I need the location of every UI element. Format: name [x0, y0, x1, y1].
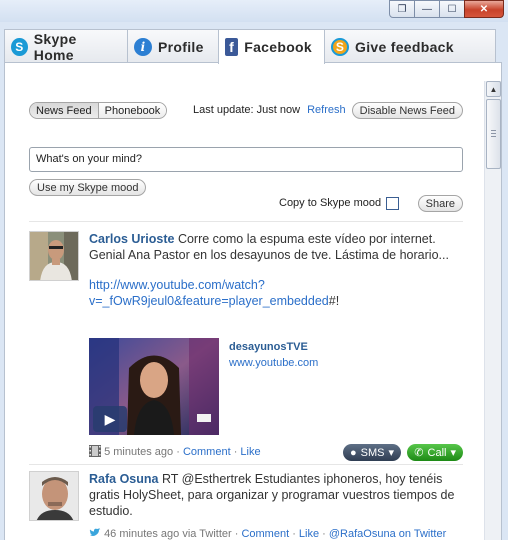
last-update-label: Last update: Just now	[193, 104, 301, 116]
copy-to-mood-checkbox[interactable]	[386, 197, 399, 210]
post-meta: 5 minutes ago · Comment · Like ● SMS ▾ ✆…	[89, 444, 463, 461]
via-label: via	[182, 528, 197, 540]
post-time: 46 minutes ago	[104, 528, 180, 540]
tab-label: Give feedback	[355, 38, 454, 55]
tab-profile[interactable]: i Profile	[127, 29, 219, 63]
disable-news-feed-button[interactable]: Disable News Feed	[351, 102, 463, 119]
post-meta: 46 minutes ago via Twitter · Comment · L…	[89, 527, 463, 540]
video-title[interactable]: desayunosTVE	[229, 339, 318, 355]
close-icon[interactable]: ✕	[464, 0, 504, 18]
grip-line	[491, 136, 496, 137]
comment-link[interactable]: Comment	[183, 446, 231, 458]
status-input[interactable]: What's on your mind?	[29, 147, 463, 172]
divider	[29, 221, 463, 222]
copy-to-mood-label: Copy to Skype mood	[279, 197, 382, 209]
skype-feedback-icon: S	[331, 37, 349, 56]
video-meta: desayunosTVE www.youtube.com	[229, 339, 318, 371]
avatar-image	[30, 472, 78, 520]
last-update: Last update: Just now Refresh	[193, 104, 346, 116]
like-link[interactable]: Like	[240, 446, 260, 458]
feed-post: Rafa Osuna RT @Esthertrek Estudiantes ip…	[29, 471, 463, 540]
tab-label: Skype Home	[33, 30, 77, 63]
tab-give-feedback[interactable]: S Give feedback	[324, 29, 496, 63]
avatar[interactable]	[29, 471, 79, 521]
call-button[interactable]: ✆ Call ▾	[407, 444, 463, 461]
divider	[29, 464, 463, 465]
tab-bar: S Skype Home i Profile f Facebook S Give…	[4, 29, 496, 64]
copy-mood-row: Copy to Skype mood Share	[279, 195, 463, 213]
feed-view-toggle: News Feed Phonebook	[29, 102, 168, 119]
post-author[interactable]: Rafa Osuna	[89, 472, 158, 486]
post-link-suffix: #!	[328, 294, 340, 308]
chevron-down-icon: ▾	[388, 447, 394, 459]
post-link-line2[interactable]: v=_fOwR9jeul0&feature=player_embedded	[89, 294, 329, 308]
window-controls: ❐ — ☐ ✕	[389, 0, 504, 18]
scroll-up-icon[interactable]: ▲	[486, 81, 501, 97]
tab-facebook[interactable]: f Facebook	[218, 29, 325, 64]
maximize-icon[interactable]: ☐	[439, 0, 465, 18]
tab-label: Facebook	[244, 39, 312, 55]
tab-skype-home[interactable]: S Skype Home	[4, 29, 128, 63]
info-icon: i	[134, 37, 152, 56]
window-titlebar: ❐ — ☐ ✕	[0, 0, 508, 22]
post-link-line1[interactable]: http://www.youtube.com/watch?	[89, 278, 265, 292]
twitter-icon	[89, 528, 101, 536]
feed-post: Carlos Urioste Corre como la espuma este…	[29, 231, 463, 461]
post-body: Rafa Osuna RT @Esthertrek Estudiantes ip…	[89, 471, 463, 519]
post-author[interactable]: Carlos Urioste	[89, 232, 174, 246]
post-time: 5 minutes ago	[104, 446, 174, 458]
source-label: Twitter	[199, 528, 232, 540]
scrollbar-thumb[interactable]	[486, 99, 501, 169]
call-label: Call	[427, 446, 447, 459]
twitter-profile-link[interactable]: @RafaOsuna on Twitter	[329, 528, 446, 540]
film-icon	[89, 445, 101, 457]
play-icon[interactable]: ▶	[93, 406, 127, 432]
share-button[interactable]: Share	[417, 195, 463, 212]
grip-line	[491, 130, 496, 131]
feed-toolbar: News Feed Phonebook Last update: Just no…	[29, 102, 463, 120]
grip-line	[491, 133, 496, 134]
avatar[interactable]	[29, 231, 79, 281]
like-link[interactable]: Like	[299, 528, 319, 540]
post-link-block: http://www.youtube.com/watch? v=_fOwR9je…	[89, 277, 463, 309]
skype-icon: S	[11, 37, 28, 56]
facebook-panel: ▲ News Feed Phonebook Last update: Just …	[4, 62, 502, 540]
post-body: Carlos Urioste Corre como la espuma este…	[89, 231, 463, 309]
refresh-link[interactable]: Refresh	[307, 104, 346, 116]
vertical-scrollbar[interactable]: ▲	[484, 81, 501, 540]
comment-link[interactable]: Comment	[241, 528, 289, 540]
avatar-image	[30, 232, 78, 280]
sms-button[interactable]: ● SMS ▾	[342, 444, 401, 461]
phonebook-toggle[interactable]: Phonebook	[98, 103, 167, 118]
sms-bubble-icon: ●	[349, 446, 357, 459]
facebook-icon: f	[225, 38, 239, 56]
news-feed-toggle[interactable]: News Feed	[30, 103, 99, 118]
minimize-icon[interactable]: —	[414, 0, 440, 18]
tab-label: Profile	[158, 38, 204, 55]
phone-icon: ✆	[414, 447, 424, 459]
restore-icon[interactable]: ❐	[389, 0, 415, 18]
use-skype-mood-button[interactable]: Use my Skype mood	[29, 179, 147, 196]
chevron-down-icon: ▾	[450, 447, 456, 459]
video-thumbnail[interactable]: ▶	[89, 338, 219, 435]
sms-label: SMS	[360, 446, 385, 459]
video-url[interactable]: www.youtube.com	[229, 355, 318, 371]
post-text-block: Carlos Urioste Corre como la espuma este…	[89, 231, 463, 263]
